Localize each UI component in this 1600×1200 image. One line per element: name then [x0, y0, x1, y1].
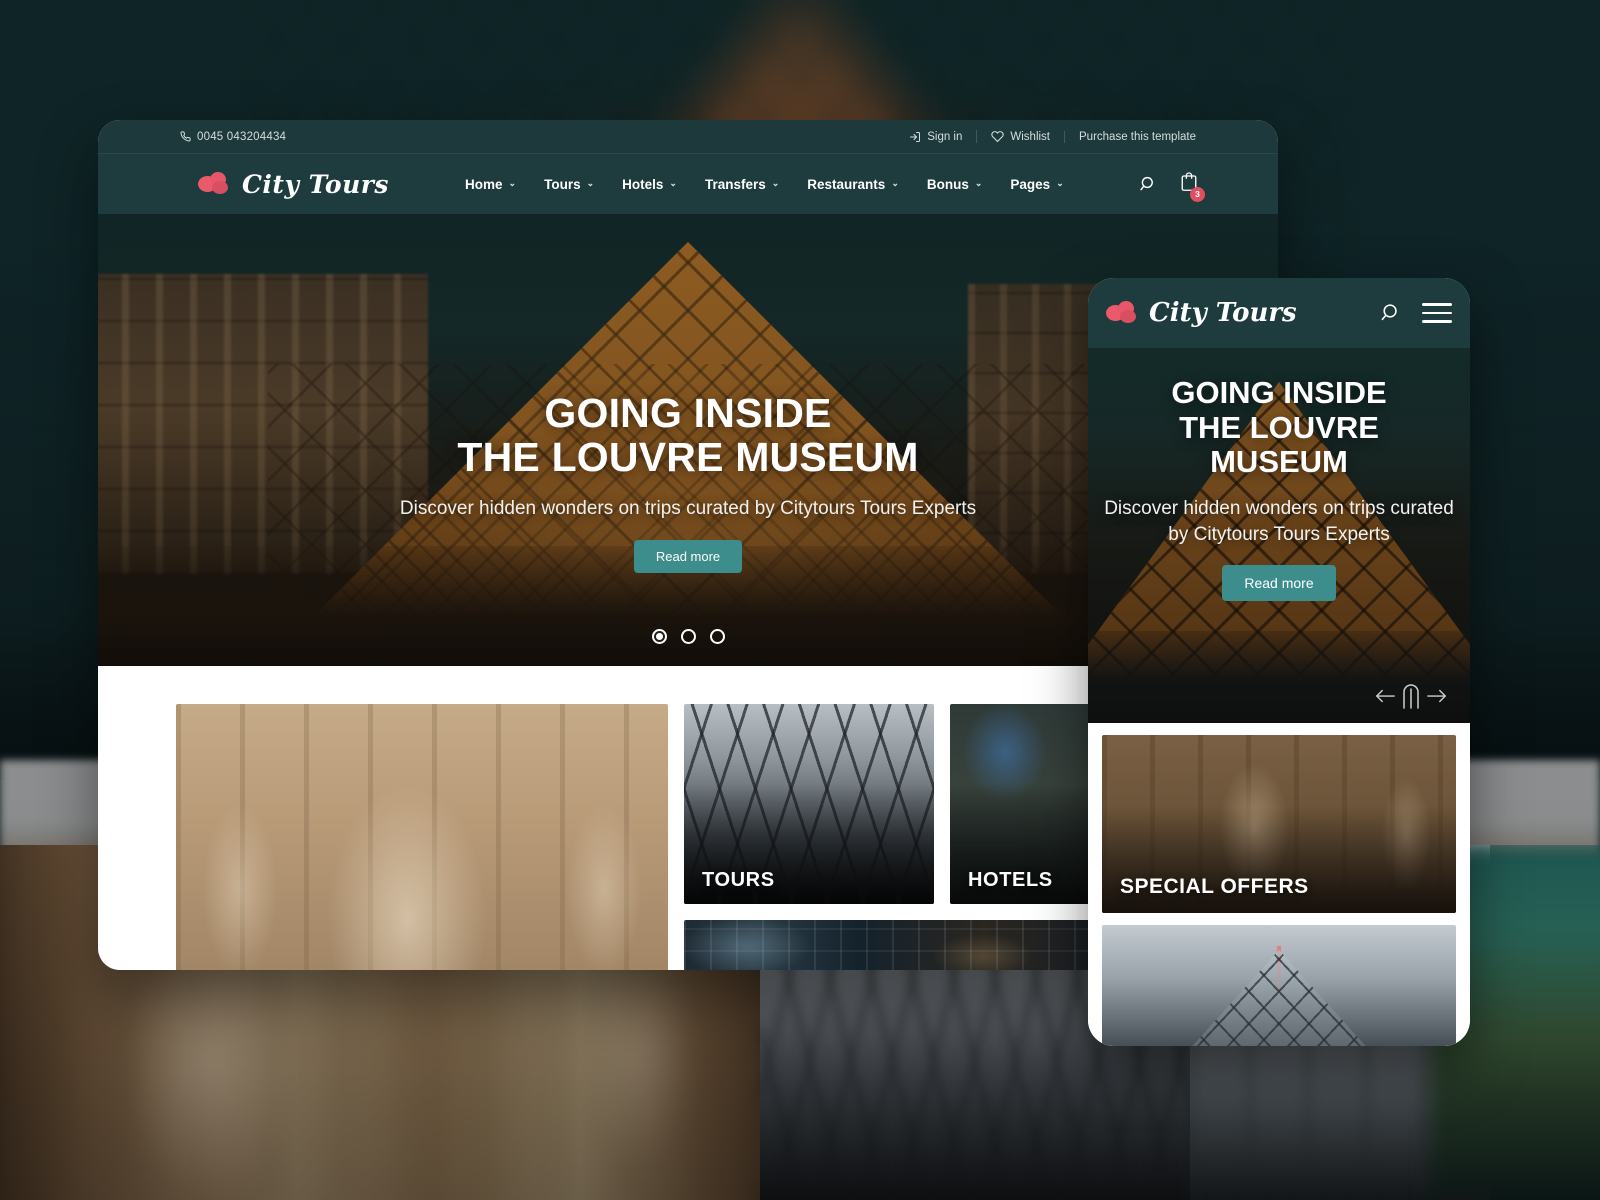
search-icon[interactable] [1380, 302, 1402, 324]
carousel-dot-3[interactable] [709, 629, 725, 644]
nav-item-restaurants[interactable]: Restaurants ⌄ [793, 177, 913, 192]
topbar-links: Sign in Wishlist Purchase this template [909, 130, 1256, 143]
nav-label: Transfers [704, 176, 766, 192]
tile-label: TOURS [702, 869, 775, 891]
mobile-tile-louvre[interactable] [1102, 925, 1456, 1046]
hero-read-more-button[interactable]: Read more [633, 539, 743, 573]
chevron-down-icon: ⌄ [974, 177, 983, 188]
brand-name: City Tours [242, 169, 390, 199]
desktop-navbar: City Tours Home ⌄ Tours ⌄ Hotels ⌄ Trans… [98, 154, 1278, 214]
sign-in-label: Sign in [927, 130, 963, 143]
carousel-dot-2[interactable] [680, 629, 696, 644]
chevron-down-icon: ⌄ [1056, 177, 1064, 188]
tile-label: HOTELS [968, 869, 1053, 891]
mobile-hero-title-line-1: GOING INSIDE [1171, 375, 1387, 410]
hamburger-menu-icon[interactable] [1422, 303, 1452, 323]
drag-handle-icon[interactable] [1402, 683, 1420, 709]
sign-in-link[interactable]: Sign in [909, 131, 976, 143]
mobile-navbar: City Tours [1088, 278, 1470, 348]
chevron-down-icon: ⌄ [669, 177, 677, 188]
mobile-hero-title-line-3: MUSEUM [1210, 444, 1348, 480]
chevron-down-icon: ⌄ [771, 177, 780, 188]
cloud-logo-icon [1106, 301, 1140, 325]
sign-in-icon [909, 131, 921, 143]
desktop-topbar: 0045 043204434 Sign in Wishlist Purchase… [98, 120, 1278, 154]
brand-logo[interactable]: City Tours [198, 170, 389, 199]
carousel-dot-1[interactable] [651, 629, 667, 644]
wishlist-link[interactable]: Wishlist [976, 130, 1064, 143]
arrow-left-icon[interactable] [1374, 688, 1396, 704]
nav-label: Hotels [622, 176, 664, 192]
tile-image [1102, 925, 1456, 1046]
tile-trevi-fountain[interactable] [176, 704, 668, 970]
wishlist-label: Wishlist [1010, 130, 1051, 143]
mobile-navbar-actions [1380, 302, 1452, 324]
mobile-hero-carousel: GOING INSIDE THE LOUVRE MUSEUM Discover … [1088, 348, 1470, 723]
mobile-hero-content: GOING INSIDE THE LOUVRE MUSEUM Discover … [1088, 375, 1470, 602]
arrow-right-icon[interactable] [1426, 688, 1448, 704]
chevron-down-icon: ⌄ [891, 177, 899, 188]
purchase-template-link[interactable]: Purchase this template [1064, 130, 1256, 143]
mobile-carousel-nav [1374, 683, 1448, 709]
mobile-tile-label: SPECIAL OFFERS [1120, 875, 1309, 898]
nav-item-hotels[interactable]: Hotels ⌄ [608, 177, 691, 192]
tile-tours[interactable]: TOURS [684, 704, 934, 904]
cart-count-badge: 3 [1190, 186, 1205, 202]
phone-icon [180, 131, 191, 142]
mobile-mockup: City Tours GOING INSIDE THE LOUVRE MUSEU… [1088, 278, 1470, 1046]
nav-item-bonus[interactable]: Bonus ⌄ [913, 177, 997, 192]
nav-item-pages[interactable]: Pages ⌄ [996, 177, 1077, 192]
nav-label: Home [465, 176, 503, 192]
chevron-down-icon: ⌄ [508, 177, 517, 188]
phone-number-text: 0045 043204434 [197, 130, 287, 143]
mobile-tile-special-offers[interactable]: SPECIAL OFFERS [1102, 735, 1456, 913]
tile-image [176, 704, 668, 970]
nav-label: Tours [544, 176, 581, 192]
chevron-down-icon: ⌄ [586, 177, 595, 188]
nav-item-home[interactable]: Home ⌄ [451, 177, 530, 192]
nav-item-tours[interactable]: Tours ⌄ [530, 177, 608, 192]
nav-label: Restaurants [807, 176, 886, 192]
mobile-hero-read-more-button[interactable]: Read more [1222, 565, 1336, 602]
mobile-hero-title: GOING INSIDE THE LOUVRE MUSEUM [1102, 375, 1456, 480]
mobile-brand-name: City Tours [1149, 298, 1297, 328]
nav-label: Pages [1010, 176, 1051, 192]
nav-item-transfers[interactable]: Transfers ⌄ [691, 177, 793, 192]
mobile-hero-title-line-2: THE LOUVRE [1179, 409, 1379, 445]
main-navigation: Home ⌄ Tours ⌄ Hotels ⌄ Transfers ⌄ Rest… [451, 177, 1078, 192]
cart-button[interactable]: 3 [1180, 171, 1205, 202]
phone-number: 0045 043204434 [180, 131, 286, 143]
mobile-brand-logo[interactable]: City Tours [1106, 298, 1297, 328]
navbar-actions: 3 [1139, 171, 1256, 202]
mobile-category-tiles: SPECIAL OFFERS [1088, 723, 1470, 1046]
nav-label: Bonus [926, 176, 969, 192]
cloud-logo-icon [198, 172, 232, 196]
search-icon[interactable] [1139, 175, 1158, 194]
mobile-hero-subtitle: Discover hidden wonders on trips curated… [1104, 498, 1454, 545]
heart-icon [991, 130, 1005, 143]
purchase-template-label: Purchase this template [1079, 130, 1196, 143]
